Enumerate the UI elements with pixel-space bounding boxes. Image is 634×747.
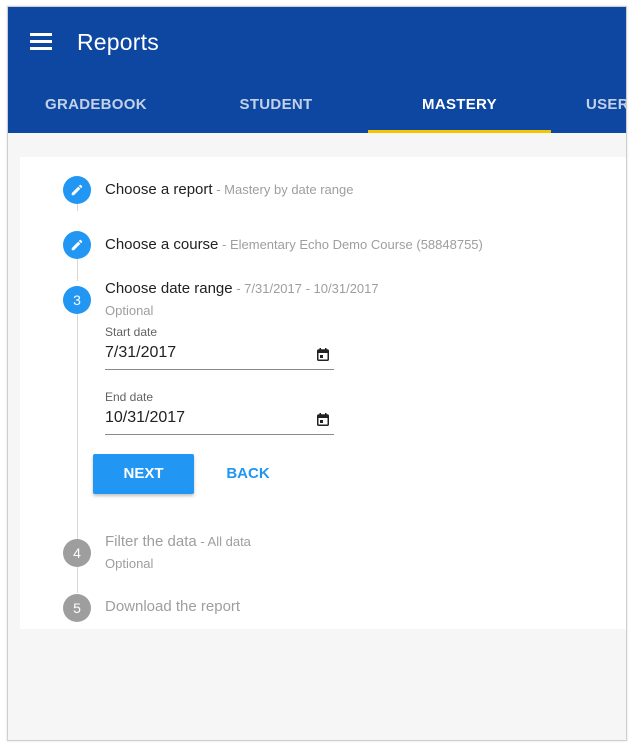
end-date-field[interactable]: 10/31/2017 bbox=[105, 407, 334, 435]
step-2-completed-icon[interactable] bbox=[63, 231, 91, 259]
step-4-number: 4 bbox=[63, 539, 91, 567]
tab-gradebook[interactable]: GRADEBOOK bbox=[45, 96, 147, 113]
menu-icon[interactable] bbox=[30, 32, 52, 50]
step-1-completed-icon[interactable] bbox=[63, 176, 91, 204]
step-1-title: Choose a report bbox=[105, 181, 213, 198]
tab-user[interactable]: USER bbox=[586, 96, 626, 113]
step-connector bbox=[77, 309, 78, 549]
step-2-header[interactable]: Choose a course - Elementary Echo Demo C… bbox=[105, 236, 483, 253]
end-date-label: End date bbox=[105, 390, 154, 404]
end-date-value: 10/31/2017 bbox=[105, 409, 186, 426]
back-button[interactable]: BACK bbox=[212, 454, 284, 494]
step-4-title: Filter the data bbox=[105, 533, 197, 550]
pencil-icon bbox=[71, 239, 83, 251]
step-4-header[interactable]: Filter the data - All data bbox=[105, 533, 251, 550]
tab-mastery[interactable]: MASTERY bbox=[418, 96, 501, 113]
step-4-summary: - All data bbox=[196, 534, 251, 549]
start-date-label: Start date bbox=[105, 325, 158, 339]
step-2-title: Choose a course bbox=[105, 236, 219, 253]
step-4-optional-label: Optional bbox=[105, 556, 154, 571]
step-1-header[interactable]: Choose a report - Mastery by date range bbox=[105, 181, 353, 198]
app-window: Reports GRADEBOOK STUDENT MASTERY USER C… bbox=[7, 6, 627, 741]
step-3-title: Choose date range bbox=[105, 280, 233, 297]
step-5-header[interactable]: Download the report bbox=[105, 598, 240, 615]
step-5-number: 5 bbox=[63, 594, 91, 622]
step-1-summary: - Mastery by date range bbox=[212, 182, 354, 197]
step-3-optional-label: Optional bbox=[105, 303, 154, 318]
step-3-header: Choose date range - 7/31/2017 - 10/31/20… bbox=[105, 280, 379, 297]
step-5-title: Download the report bbox=[105, 598, 241, 615]
start-date-field[interactable]: 7/31/2017 bbox=[105, 342, 334, 370]
app-bar: Reports GRADEBOOK STUDENT MASTERY USER bbox=[8, 7, 626, 133]
calendar-icon[interactable] bbox=[317, 348, 329, 361]
tab-student[interactable]: STUDENT bbox=[238, 96, 314, 113]
next-button[interactable]: NEXT bbox=[93, 454, 194, 494]
step-3-number: 3 bbox=[63, 286, 91, 314]
report-stepper-card: Choose a report - Mastery by date range … bbox=[20, 157, 626, 629]
step-3-summary: - 7/31/2017 - 10/31/2017 bbox=[232, 281, 379, 296]
calendar-icon[interactable] bbox=[317, 413, 329, 426]
pencil-icon bbox=[71, 184, 83, 196]
start-date-value: 7/31/2017 bbox=[105, 344, 177, 361]
step-connector bbox=[77, 565, 78, 593]
step-2-summary: - Elementary Echo Demo Course (58848755) bbox=[218, 237, 483, 252]
active-tab-indicator bbox=[368, 130, 551, 133]
page-title: Reports bbox=[77, 29, 159, 55]
